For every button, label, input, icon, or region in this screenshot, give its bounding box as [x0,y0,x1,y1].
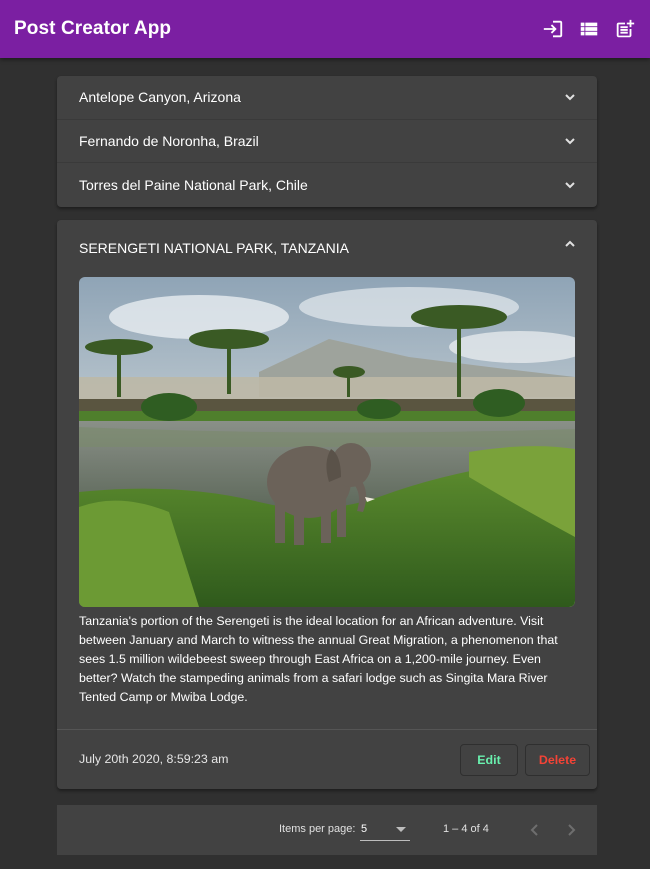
chevron-up-icon [563,237,577,254]
chevron-down-icon [563,90,577,104]
page-range-label: 1 – 4 of 4 [443,823,489,835]
chevron-down-icon [563,134,577,148]
accordion-item-antelope-canyon[interactable]: Antelope Canyon, Arizona [57,76,597,120]
chevron-right-icon [568,824,576,836]
post-description: Tanzania's portion of the Serengeti is t… [79,614,558,704]
app-toolbar: Post Creator App [0,0,650,58]
post-title: SERENGETI NATIONAL PARK, TANZANIA [79,240,349,256]
chevron-down-icon [563,178,577,192]
dropdown-arrow-icon [396,827,406,832]
items-per-page-label: Items per page: [279,823,356,835]
post-header[interactable]: SERENGETI NATIONAL PARK, TANZANIA [57,220,597,276]
post-timestamp: July 20th 2020, 8:59:23 am [79,752,229,766]
post-accordion: Antelope Canyon, Arizona Fernando de Nor… [57,76,597,207]
edit-button[interactable]: Edit [460,744,518,776]
toolbar-actions [542,18,636,40]
items-per-page-select[interactable]: 5 [360,819,410,841]
previous-page-button[interactable] [525,819,545,841]
accordion-item-title: Antelope Canyon, Arizona [79,89,241,106]
items-per-page-value: 5 [361,823,368,835]
app-title: Post Creator App [14,18,172,39]
paginator: Items per page: 5 1 – 4 of 4 [57,805,597,855]
post-image [79,277,575,607]
accordion-item-torres-del-paine[interactable]: Torres del Paine National Park, Chile [57,163,597,207]
accordion-item-fernando-de-noronha[interactable]: Fernando de Noronha, Brazil [57,120,597,163]
next-page-button[interactable] [561,819,581,841]
login-icon[interactable] [542,18,564,40]
accordion-item-title: Fernando de Noronha, Brazil [79,132,259,149]
view-list-icon[interactable] [578,18,600,40]
chevron-left-icon [530,824,538,836]
post-add-icon[interactable] [614,18,636,40]
accordion-item-title: Torres del Paine National Park, Chile [79,176,308,193]
delete-button[interactable]: Delete [525,744,590,776]
card-divider [57,729,597,730]
expanded-post-card: SERENGETI NATIONAL PARK, TANZANIA Tanzan… [57,220,597,789]
